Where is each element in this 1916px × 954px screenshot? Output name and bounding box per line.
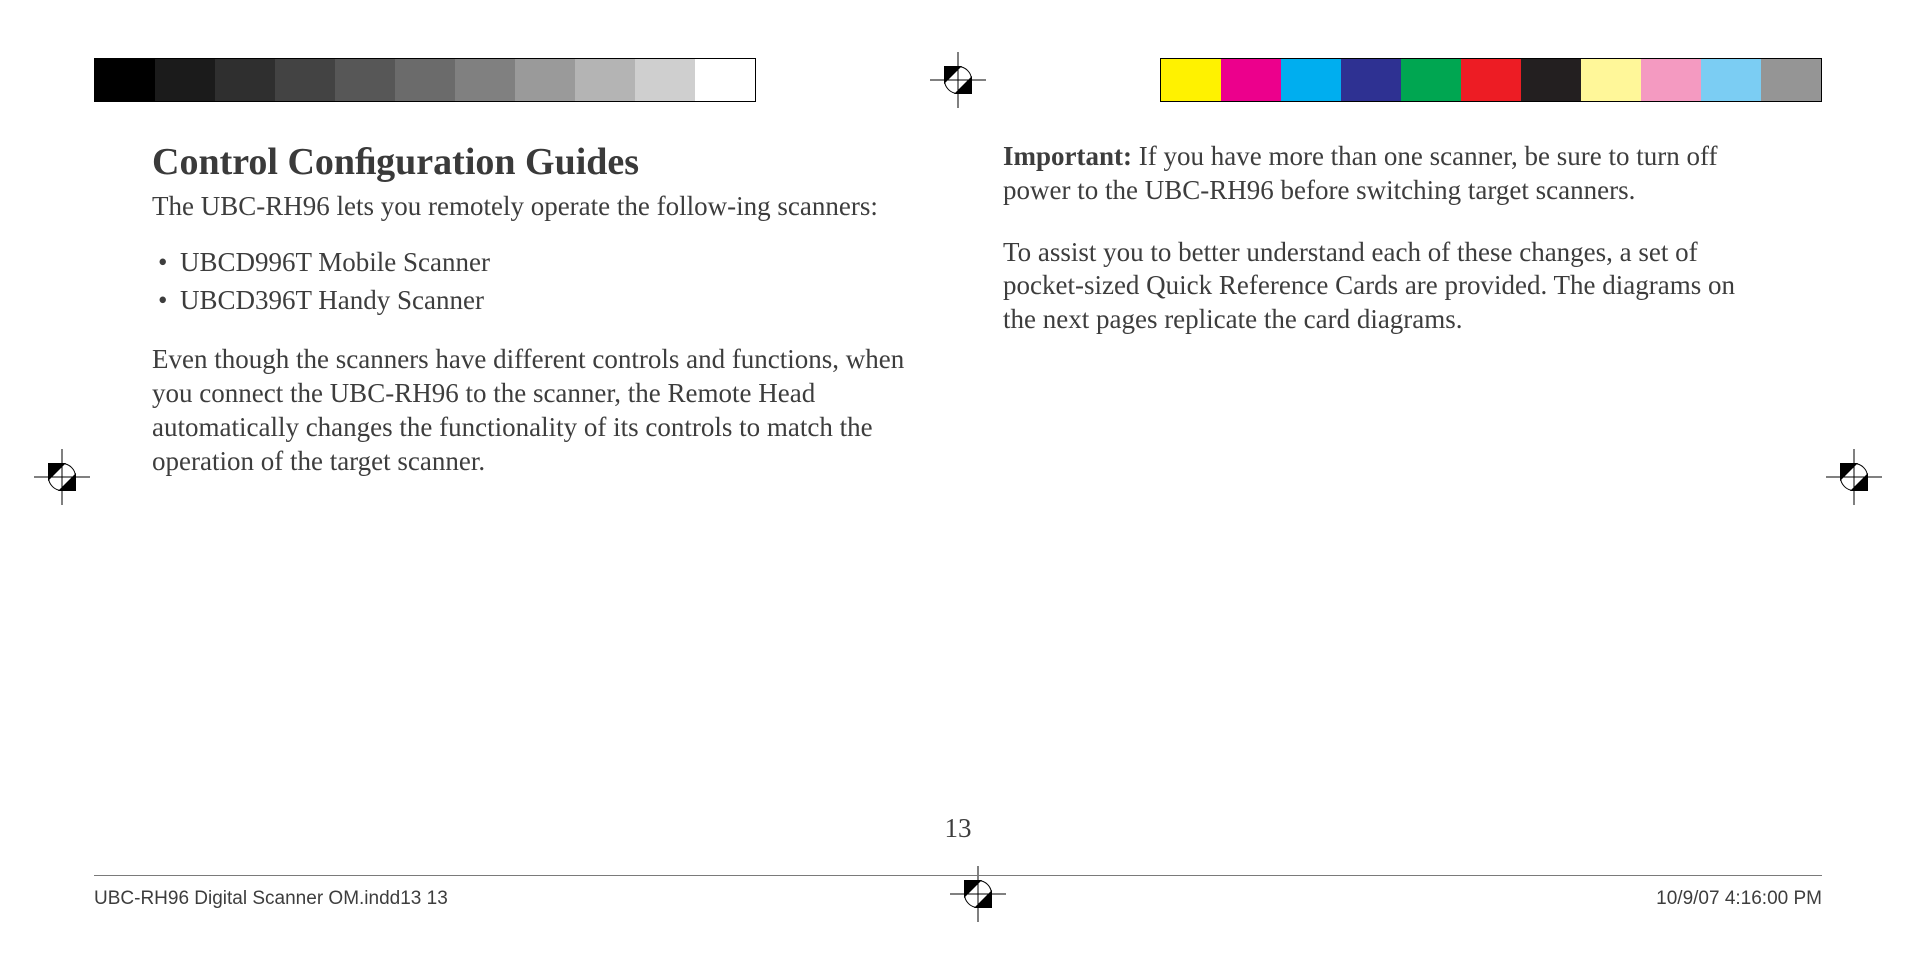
grayscale-swatch [275,59,335,101]
grayscale-swatch [95,59,155,101]
grayscale-swatch [575,59,635,101]
registration-mark-icon [44,459,80,495]
grayscale-swatch [515,59,575,101]
print-calibration-bar [0,58,1916,102]
scanner-list: UBCD996T Mobile Scanner UBCD396T Handy S… [152,246,913,318]
right-column: Important: If you have more than one sca… [1003,140,1764,844]
grayscale-swatch [335,59,395,101]
intro-paragraph: The UBC-RH96 lets you remotely operate t… [152,190,913,224]
registration-mark-icon [1836,459,1872,495]
footer: UBC-RH96 Digital Scanner OM.indd13 13 10… [94,888,1822,910]
grayscale-swatches [94,58,756,102]
color-swatch [1641,59,1701,101]
section-heading: Control Conﬁguration Guides [152,140,913,184]
list-item: UBCD396T Handy Scanner [152,284,913,318]
color-swatch [1701,59,1761,101]
color-swatch [1401,59,1461,101]
body-paragraph: To assist you to better understand each … [1003,236,1764,337]
grayscale-swatch [635,59,695,101]
registration-mark-icon [940,62,976,98]
grayscale-swatch [395,59,455,101]
left-column: Control Conﬁguration Guides The UBC-RH96… [152,140,913,844]
color-swatch [1581,59,1641,101]
page-number: 13 [945,813,972,844]
important-label: Important: [1003,141,1132,171]
color-swatch [1221,59,1281,101]
color-swatch [1521,59,1581,101]
footer-divider [94,875,1822,876]
color-swatch [1761,59,1821,101]
important-note: Important: If you have more than one sca… [1003,140,1764,208]
grayscale-swatch [215,59,275,101]
page-content: Control Conﬁguration Guides The UBC-RH96… [152,140,1764,844]
grayscale-swatch [695,59,755,101]
grayscale-swatch [455,59,515,101]
color-swatch [1341,59,1401,101]
list-item: UBCD996T Mobile Scanner [152,246,913,280]
color-swatches [1160,58,1822,102]
grayscale-swatch [155,59,215,101]
body-paragraph: Even though the scanners have different … [152,343,913,478]
color-swatch [1161,59,1221,101]
color-swatch [1461,59,1521,101]
footer-timestamp: 10/9/07 4:16:00 PM [1656,888,1822,910]
footer-filename: UBC-RH96 Digital Scanner OM.indd13 13 [94,888,448,910]
color-swatch [1281,59,1341,101]
